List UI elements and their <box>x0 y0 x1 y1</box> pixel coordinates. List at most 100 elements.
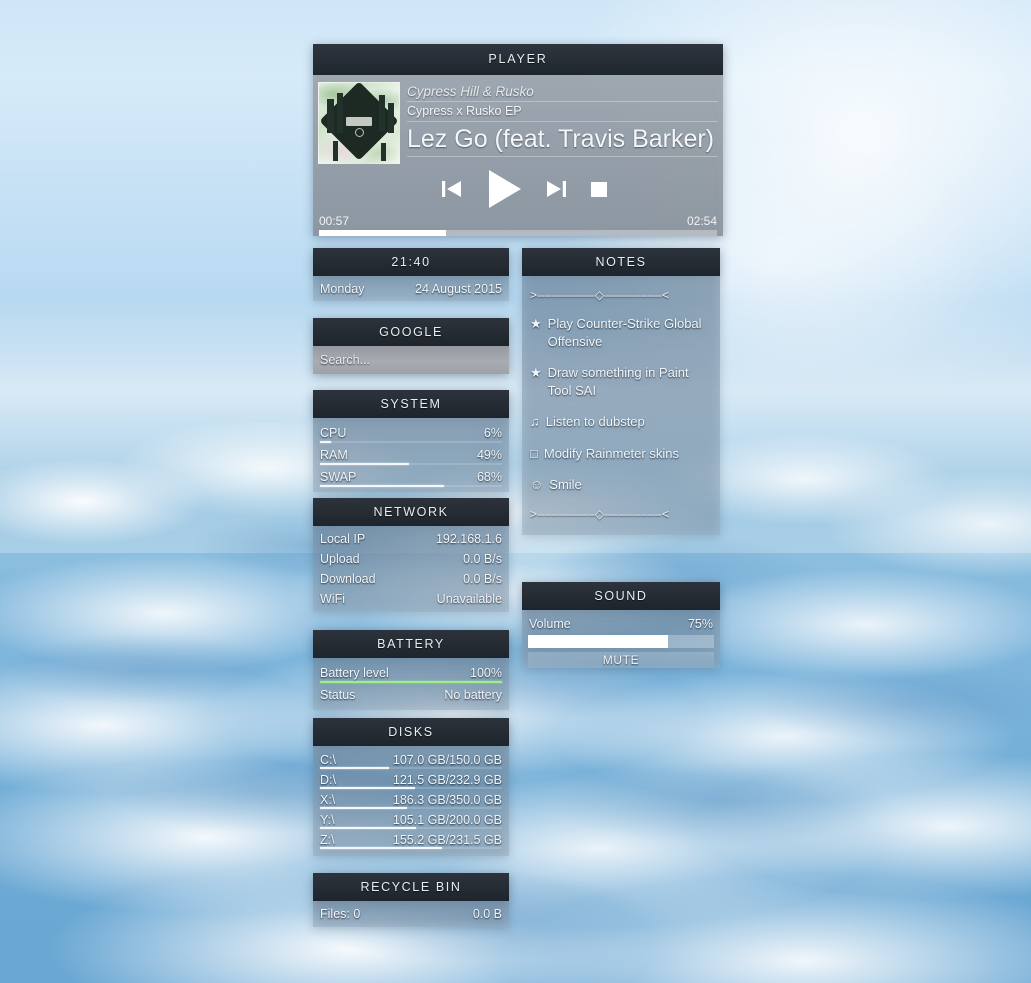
player-metadata: Cypress Hill & Rusko Cypress x Rusko EP … <box>400 82 718 164</box>
system-value-swap: 68% <box>476 470 502 484</box>
player-controls <box>313 164 723 214</box>
note-item[interactable]: ★ Play Counter-Strike Global Offensive <box>522 308 720 357</box>
battery-widget: BATTERY Battery level 100% Status No bat… <box>313 630 509 710</box>
sound-body: Volume 75% MUTE <box>522 610 720 668</box>
system-value-cpu: 6% <box>483 426 502 440</box>
disk-row-z[interactable]: Z:\ 155.2 GB/231.5 GB <box>313 830 509 850</box>
disk-label-z: Z:\ <box>320 833 335 847</box>
album-art-spire <box>388 103 394 133</box>
mute-button[interactable]: MUTE <box>528 652 714 668</box>
disk-bar-fill-z <box>320 847 442 849</box>
recycle-bin-body: Files: 0 0.0 B <box>313 901 509 927</box>
player-progress-fill <box>319 230 447 236</box>
sound-volume-value: 75% <box>687 616 713 631</box>
note-text: Listen to dubstep <box>545 414 645 429</box>
note-text: Draw something in Paint Tool SAI <box>547 365 689 398</box>
checkbox-icon: □ <box>530 445 538 461</box>
notes-divider-top: >––––––––◇––––––––< <box>530 288 670 302</box>
disk-label-x: X:\ <box>320 793 336 807</box>
clock-time: 21:40 <box>313 248 509 276</box>
disk-value-d: 121.5 GB/232.9 GB <box>392 773 502 787</box>
network-widget: NETWORK Local IP 192.168.1.6 Upload 0.0 … <box>313 498 509 612</box>
network-row-local-ip: Local IP 192.168.1.6 <box>313 529 509 549</box>
network-value-wifi: Unavailable <box>436 592 502 606</box>
note-item[interactable]: ☺ Smile <box>522 469 720 501</box>
player-main: Cypress Hill & Rusko Cypress x Rusko EP … <box>313 82 723 164</box>
album-art-spire <box>381 143 386 161</box>
note-item[interactable]: ♫ Listen to dubstep <box>522 406 720 438</box>
desktop-wallpaper: PLAYER Cypress Hill & Rusko Cypress x Ru… <box>0 0 1031 983</box>
disks-widget: DISKS C:\ 107.0 GB/150.0 GB D:\ 121.5 GB… <box>313 718 509 856</box>
system-widget: SYSTEM CPU 6% RAM 49% SWAP 68% <box>313 390 509 492</box>
network-value-local-ip: 192.168.1.6 <box>435 532 502 546</box>
disk-row-y[interactable]: Y:\ 105.1 GB/200.0 GB <box>313 810 509 830</box>
system-bar-swap <box>320 485 502 487</box>
battery-label-status: Status <box>320 688 356 702</box>
network-label-upload: Upload <box>320 552 360 566</box>
disk-label-y: Y:\ <box>320 813 335 827</box>
google-search-input[interactable]: Search... <box>313 346 509 374</box>
album-art-spire <box>333 141 338 161</box>
disk-row-d[interactable]: D:\ 121.5 GB/232.9 GB <box>313 770 509 790</box>
disk-bar-z <box>320 847 502 849</box>
sound-title: SOUND <box>522 582 720 610</box>
previous-track-button[interactable] <box>440 178 464 200</box>
volume-slider[interactable] <box>528 635 714 648</box>
network-label-download: Download <box>320 572 376 586</box>
network-body: Local IP 192.168.1.6 Upload 0.0 B/s Down… <box>313 526 509 612</box>
recycle-bin-row: Files: 0 0.0 B <box>313 901 509 927</box>
cloud-layer <box>0 423 1031 983</box>
disk-bar-d <box>320 787 502 789</box>
notes-divider-bottom: >––––––––◇––––––––< <box>530 506 670 521</box>
google-body: Search... <box>313 346 509 374</box>
disk-row-c[interactable]: C:\ 107.0 GB/150.0 GB <box>313 750 509 770</box>
disk-value-y: 105.1 GB/200.0 GB <box>392 813 502 827</box>
album-art-spire <box>337 93 343 133</box>
cloud-top-fade <box>0 423 1031 553</box>
next-track-button[interactable] <box>544 178 568 200</box>
album-art-spire <box>379 95 385 131</box>
player-elapsed-time: 00:57 <box>319 214 350 228</box>
album-art <box>318 82 400 164</box>
play-button[interactable] <box>484 168 524 210</box>
smiley-icon: ☺ <box>530 477 544 492</box>
volume-slider-fill <box>528 635 668 648</box>
player-progress-bar[interactable] <box>319 230 717 236</box>
recycle-bin-size: 0.0 B <box>472 907 502 921</box>
clock-body: Monday 24 August 2015 <box>313 276 509 301</box>
system-row-ram: RAM 49% <box>313 444 509 466</box>
notes-body: >––––––––◇––––––––< ★ Play Counter-Strik… <box>522 276 720 535</box>
network-label-wifi: WiFi <box>320 592 345 606</box>
battery-label-level: Battery level <box>320 666 389 680</box>
disk-row-x[interactable]: X:\ 186.3 GB/350.0 GB <box>313 790 509 810</box>
system-label-ram: RAM <box>320 448 348 462</box>
notes-title: NOTES <box>522 248 720 276</box>
clock-date-row: Monday 24 August 2015 <box>313 276 509 301</box>
star-icon: ★ <box>530 316 542 331</box>
note-item[interactable]: □ Modify Rainmeter skins <box>522 438 720 470</box>
disk-label-d: D:\ <box>320 773 336 787</box>
note-item[interactable]: ★ Draw something in Paint Tool SAI <box>522 357 720 406</box>
recycle-bin-widget[interactable]: RECYCLE BIN Files: 0 0.0 B <box>313 873 509 927</box>
system-label-cpu: CPU <box>320 426 347 440</box>
disk-bar-fill-x <box>320 807 408 809</box>
system-label-swap: SWAP <box>320 470 357 484</box>
system-row-swap: SWAP 68% <box>313 466 509 488</box>
network-row-download: Download 0.0 B/s <box>313 569 509 589</box>
system-bar-fill-ram <box>320 463 410 465</box>
system-value-ram: 49% <box>476 448 502 462</box>
network-label-local-ip: Local IP <box>320 532 366 546</box>
clock-day: Monday <box>320 281 365 296</box>
battery-value-status: No battery <box>444 688 502 702</box>
disk-label-c: C:\ <box>320 753 336 767</box>
note-text: Play Counter-Strike Global Offensive <box>547 316 702 349</box>
battery-bar <box>320 681 502 683</box>
star-icon: ★ <box>530 365 542 380</box>
disk-bar-fill-c <box>320 767 390 769</box>
player-album: Cypress x Rusko EP <box>407 102 718 122</box>
disks-body: C:\ 107.0 GB/150.0 GB D:\ 121.5 GB/232.9… <box>313 746 509 856</box>
disk-value-x: 186.3 GB/350.0 GB <box>392 793 502 807</box>
stop-button[interactable] <box>588 178 610 200</box>
google-widget: GOOGLE Search... <box>313 318 509 374</box>
note-text: Smile <box>549 477 582 492</box>
